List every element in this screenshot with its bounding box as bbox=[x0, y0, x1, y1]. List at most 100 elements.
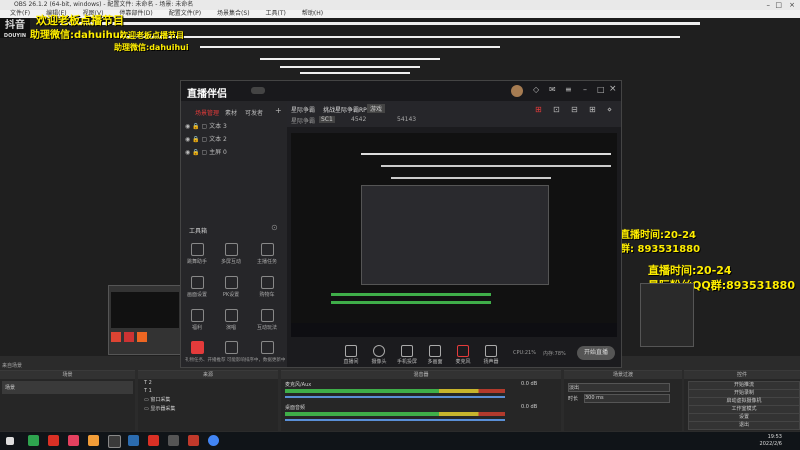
source-item[interactable]: T 1 bbox=[138, 387, 278, 395]
tool-item[interactable] bbox=[257, 341, 277, 356]
tool-item[interactable]: 演唱 bbox=[221, 309, 241, 331]
window-bar bbox=[361, 153, 611, 155]
overlay-wechat-text: 助理微信:dahuihui bbox=[30, 30, 124, 41]
minimize-icon[interactable]: – bbox=[767, 0, 771, 10]
microphone-button[interactable]: 麦克风 bbox=[449, 345, 477, 365]
app-icon[interactable] bbox=[188, 435, 199, 446]
message-icon[interactable]: ✉ bbox=[549, 85, 556, 94]
tool-item[interactable]: 购物车 bbox=[257, 276, 277, 298]
tool-item[interactable]: 互动玩法 bbox=[257, 309, 277, 331]
category-tag[interactable]: 游戏 bbox=[367, 104, 386, 113]
menu-docks[interactable]: 停靠部件(D) bbox=[119, 10, 152, 17]
audio-meter bbox=[285, 412, 505, 416]
tool-item[interactable]: 主播任务 bbox=[257, 243, 277, 265]
minimize-icon[interactable]: – bbox=[583, 85, 587, 94]
tool-item[interactable]: 画面设置 bbox=[187, 276, 207, 298]
close-icon[interactable]: × bbox=[789, 0, 795, 10]
nested-meter bbox=[331, 301, 491, 304]
scene-list-item[interactable]: 场景 bbox=[2, 381, 133, 394]
close-icon[interactable]: × bbox=[609, 84, 617, 94]
volume-slider[interactable] bbox=[285, 396, 505, 398]
avatar[interactable] bbox=[511, 85, 523, 97]
mixer-dock: 混音器 麦克风/Aux 0.0 dB 桌面音频 0.0 dB bbox=[281, 370, 561, 431]
app-icon[interactable] bbox=[88, 435, 99, 446]
scenes-collection-label: 来自场景 bbox=[2, 363, 23, 369]
speaker-button[interactable]: 扬声器 bbox=[477, 345, 505, 365]
window-bar bbox=[60, 22, 700, 25]
scene-item[interactable]: ◉ 🔒 ▢ 主屏 0 bbox=[185, 147, 227, 156]
wechat-icon[interactable] bbox=[28, 435, 39, 446]
notice-text: 礼物任务、开播推荐 可能影响排序中，数据更新中 bbox=[185, 358, 285, 363]
shirt-icon[interactable]: ◇ bbox=[533, 85, 539, 94]
app-icon[interactable] bbox=[148, 435, 159, 446]
start-icon[interactable] bbox=[6, 437, 14, 445]
companion-bottom-toolbar: 直播间 摄像头 手机投屏 多画面 麦克风 扬声器 CPU:21% 内存:78% … bbox=[287, 341, 621, 367]
douyin-logo: 抖音 DOUYIN bbox=[0, 18, 30, 39]
live-room-button[interactable]: 直播间 bbox=[337, 345, 365, 365]
tool-item[interactable] bbox=[187, 341, 207, 356]
companion-preview-canvas[interactable] bbox=[291, 133, 617, 337]
app-icon bbox=[124, 332, 134, 342]
taskbar-clock[interactable]: 19:53 2022/2/6 bbox=[760, 434, 782, 448]
scenes-dock-title: 场景 bbox=[0, 371, 135, 379]
menu-profile[interactable]: 配置文件(P) bbox=[169, 10, 201, 17]
volume-slider[interactable] bbox=[285, 419, 505, 421]
tool-item[interactable] bbox=[221, 341, 241, 356]
bag-icon[interactable]: ⊟ bbox=[571, 105, 578, 114]
add-icon[interactable]: + bbox=[275, 106, 282, 115]
window-bar bbox=[120, 36, 680, 38]
source-item[interactable]: T 2 bbox=[138, 379, 278, 387]
maximize-icon[interactable]: □ bbox=[597, 85, 605, 94]
window-bar bbox=[280, 66, 420, 68]
app-icon[interactable] bbox=[128, 435, 139, 446]
tab-scene-manage[interactable]: 场景管理 bbox=[195, 108, 219, 117]
app-icon[interactable] bbox=[168, 435, 179, 446]
live-time-text: 直播时间:20-24 bbox=[648, 264, 732, 277]
lock-icon[interactable]: ⊡ bbox=[553, 105, 560, 114]
window-bar bbox=[200, 46, 500, 48]
menu-file[interactable]: 文件(F) bbox=[10, 10, 30, 17]
start-live-button[interactable]: 开始直播 bbox=[577, 346, 615, 360]
source-item[interactable]: ▭ 窗口采集 bbox=[138, 395, 278, 404]
source-item[interactable]: ▭ 显示器采集 bbox=[138, 404, 278, 413]
chrome-icon[interactable] bbox=[208, 435, 219, 446]
menu-scene-collection[interactable]: 场景集合(S) bbox=[217, 10, 250, 17]
multi-screen-button[interactable]: 多画面 bbox=[421, 345, 449, 365]
exit-button[interactable]: 退出 bbox=[688, 421, 800, 430]
tab-material[interactable]: 素材 bbox=[225, 108, 237, 117]
like-count: 54143 bbox=[397, 116, 417, 123]
live-title[interactable]: 挑战星际争霸RPG bbox=[323, 105, 371, 114]
inner-time-text: 直播时间:20-24 bbox=[620, 230, 696, 241]
menu-icon[interactable]: ≡ bbox=[565, 85, 572, 94]
camera-button[interactable]: 摄像头 bbox=[365, 345, 393, 365]
nested-preview bbox=[111, 292, 179, 328]
phone-cast-button[interactable]: 手机投屏 bbox=[393, 345, 421, 365]
menu-tools[interactable]: 工具(T) bbox=[266, 10, 286, 17]
mixer-channel-level: 0.0 dB bbox=[521, 404, 538, 410]
maximize-icon[interactable]: □ bbox=[775, 0, 782, 10]
scene-item[interactable]: ◉ 🔒 ▢ 文本 3 bbox=[185, 121, 227, 130]
app-icon[interactable] bbox=[48, 435, 59, 446]
obs-title-text: OBS 26.1.2 (64-bit, windows) - 配置文件: 未命名… bbox=[14, 1, 194, 8]
transition-select[interactable]: 淡出 bbox=[568, 383, 670, 392]
tool-item[interactable]: PK设置 bbox=[221, 276, 241, 298]
expand-icon[interactable]: ⊙ bbox=[271, 223, 278, 232]
tool-item[interactable]: 跳舞助手 bbox=[187, 243, 207, 265]
gift-icon[interactable]: ⊞ bbox=[535, 105, 542, 114]
menu-help[interactable]: 帮助(H) bbox=[302, 10, 323, 17]
memory-stat: 内存:78% bbox=[543, 351, 566, 357]
tool-item[interactable]: 福利 bbox=[187, 309, 207, 331]
companion-left-panel: 场景管理 素材 可发者 + ◉ 🔒 ▢ 文本 3 ◉ 🔒 ▢ 文本 2 ◉ 🔒 … bbox=[181, 101, 287, 367]
scene-item[interactable]: ◉ 🔒 ▢ 文本 2 bbox=[185, 134, 227, 143]
grid-icon[interactable]: ⊞ bbox=[589, 105, 596, 114]
tab-developer[interactable]: 可发者 bbox=[245, 108, 263, 117]
app-icon[interactable] bbox=[68, 435, 79, 446]
tool-item[interactable]: 多屏互动 bbox=[221, 243, 241, 265]
obs-title-bar: OBS 26.1.2 (64-bit, windows) - 配置文件: 未命名… bbox=[0, 0, 800, 10]
share-icon[interactable]: ⋄ bbox=[607, 105, 612, 114]
window-bar bbox=[391, 177, 551, 179]
duration-input[interactable]: 300 ms bbox=[584, 394, 670, 403]
app-icon[interactable] bbox=[108, 435, 121, 448]
mixer-channel-level: 0.0 dB bbox=[521, 381, 538, 387]
windows-taskbar: 19:53 2022/2/6 bbox=[0, 432, 800, 450]
